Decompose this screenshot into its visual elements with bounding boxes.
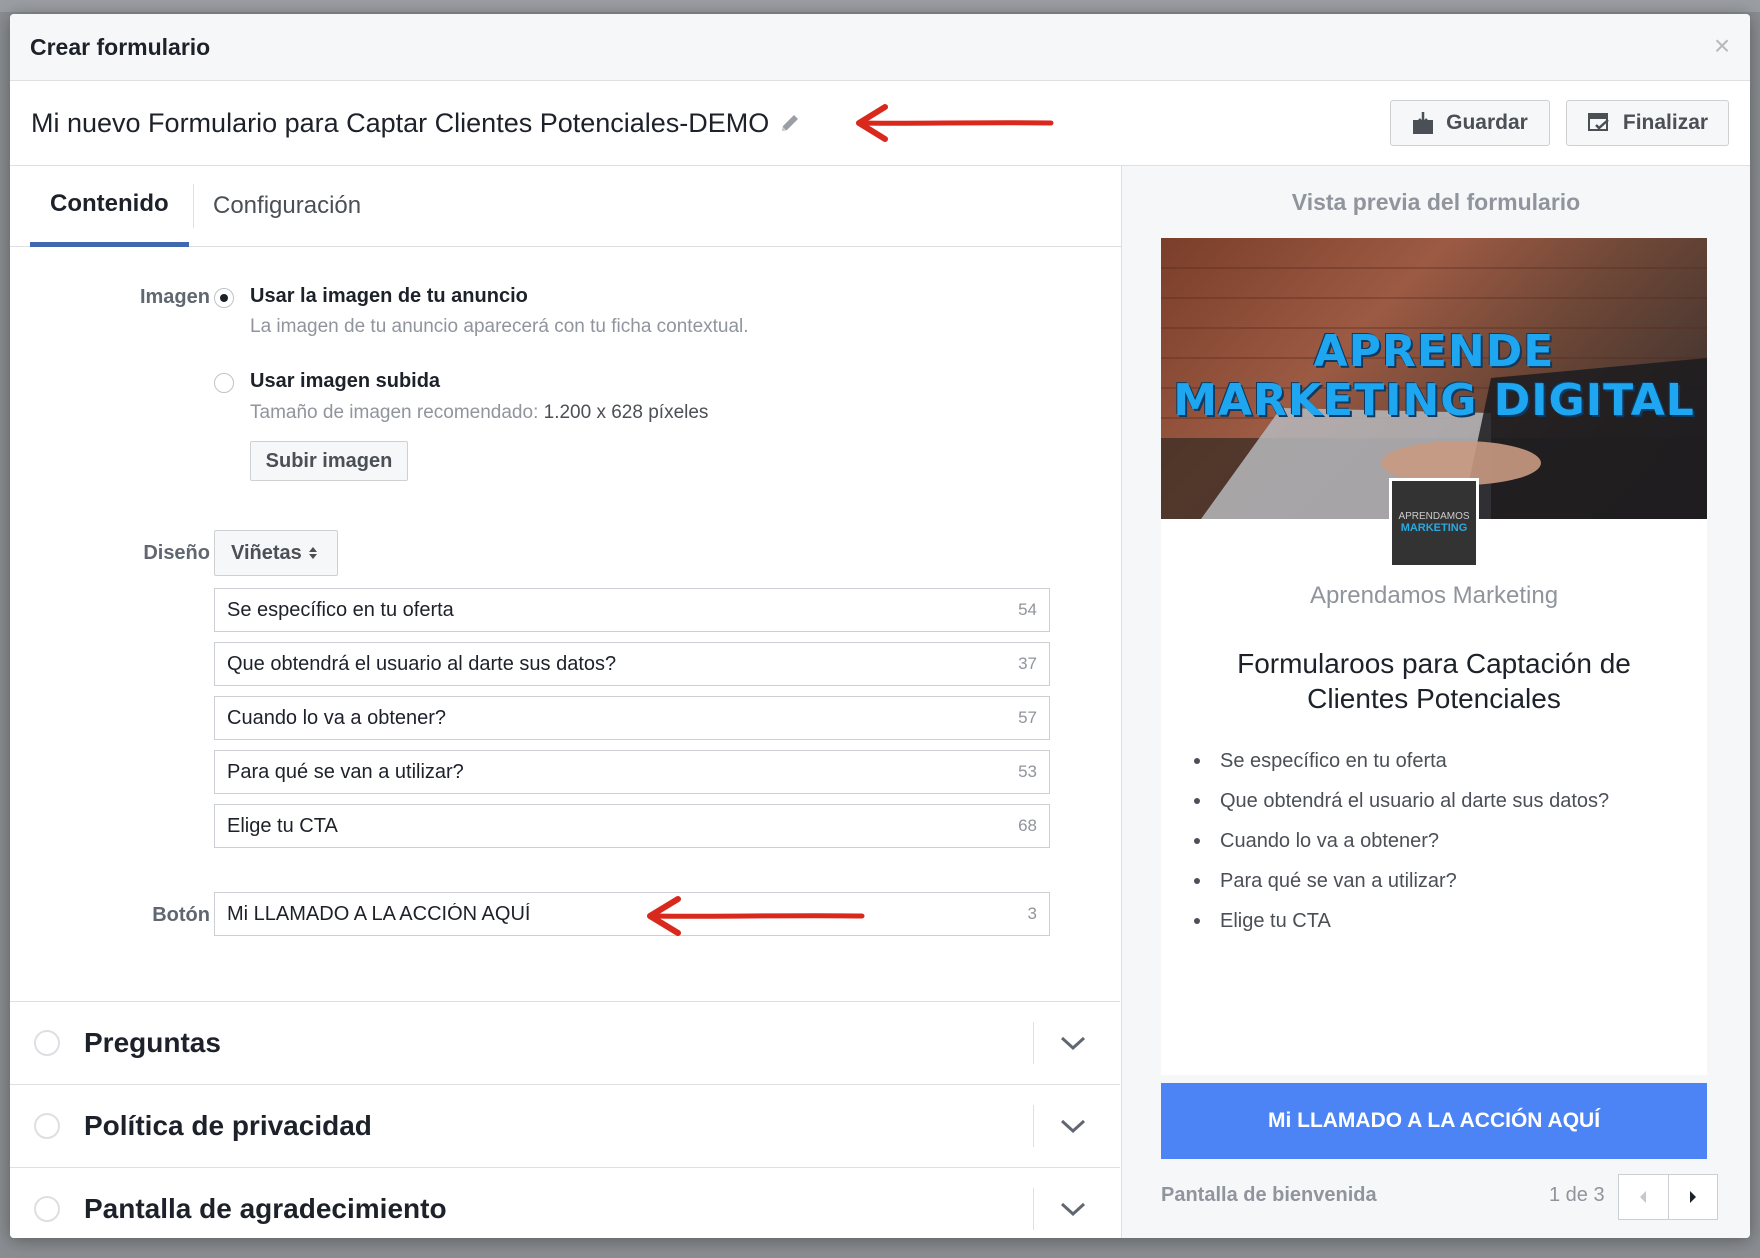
divider bbox=[1033, 1022, 1034, 1064]
save-button[interactable]: Guardar bbox=[1390, 100, 1550, 146]
hero-headline-line2: MARKETING DIGITAL bbox=[1173, 375, 1695, 426]
page-logo: APRENDAMOS MARKETING bbox=[1389, 478, 1479, 568]
next-screen-button[interactable] bbox=[1667, 1175, 1718, 1219]
preview-bullet-list: Se específico en tu oferta Que obtendrá … bbox=[1191, 749, 1609, 949]
preview-pane: Vista previa del formulario APRENDE MARK… bbox=[1122, 166, 1750, 1238]
use-ad-image-title: Usar la imagen de tu anuncio bbox=[250, 285, 528, 307]
char-counter: 3 bbox=[1027, 904, 1037, 923]
preview-headline: Formularoos para Captación de Clientes P… bbox=[1237, 648, 1631, 714]
hero-headline-line1: APRENDE bbox=[1313, 326, 1555, 377]
close-icon[interactable]: × bbox=[1708, 32, 1736, 60]
recommended-size-value: 1.200 x 628 píxeles bbox=[543, 402, 709, 423]
logo-text-bottom: MARKETING bbox=[1400, 522, 1468, 534]
editor-tabs: Contenido Configuración bbox=[10, 166, 1121, 247]
chevron-right-icon bbox=[1689, 1191, 1696, 1203]
accordion-title: Pantalla de agradecimiento bbox=[84, 1193, 447, 1224]
red-arrow-annotation bbox=[647, 896, 865, 936]
section-status-circle bbox=[34, 1196, 60, 1222]
layout-select[interactable]: Viñetas bbox=[214, 530, 338, 576]
bullet-input-value: Que obtendrá el usuario al darte sus dat… bbox=[227, 652, 617, 675]
char-counter: 37 bbox=[1018, 654, 1037, 673]
use-uploaded-image-title: Usar imagen subida bbox=[250, 370, 441, 392]
image-field-label: Imagen bbox=[139, 286, 210, 308]
page-name: Aprendamos Marketing bbox=[1309, 582, 1559, 609]
tab-configuracion[interactable]: Configuración bbox=[203, 166, 371, 246]
divider bbox=[1033, 1188, 1034, 1230]
dialog-title: Crear formulario bbox=[30, 33, 211, 60]
list-item: Cuando lo va a obtener? bbox=[1191, 829, 1609, 869]
form-name[interactable]: Mi nuevo Formulario para Captar Clientes… bbox=[31, 108, 769, 139]
logo-text-top: APRENDAMOS bbox=[1398, 511, 1470, 522]
tab-contenido[interactable]: Contenido bbox=[30, 166, 189, 247]
bullet-input-value: Cuando lo va a obtener? bbox=[227, 706, 447, 729]
editor-pane: Contenido Configuración Imagen Usar la i… bbox=[10, 166, 1122, 1238]
preview-card: APRENDE MARKETING DIGITAL APRENDAMOS MAR… bbox=[1161, 238, 1707, 1075]
preview-title: Vista previa del formulario bbox=[1291, 188, 1581, 215]
divider bbox=[1033, 1105, 1034, 1147]
bullet-input-1[interactable]: Se específico en tu oferta 54 bbox=[214, 588, 1050, 632]
list-item: Para qué se van a utilizar? bbox=[1191, 869, 1609, 909]
section-status-circle bbox=[34, 1113, 60, 1139]
finish-button[interactable]: Finalizar bbox=[1566, 100, 1729, 146]
finish-icon bbox=[1587, 113, 1609, 131]
list-item: Se específico en tu oferta bbox=[1191, 749, 1609, 789]
preview-pager bbox=[1618, 1174, 1718, 1220]
accordion-pantalla-agradecimiento[interactable]: Pantalla de agradecimiento bbox=[10, 1167, 1120, 1238]
screen-name-label: Pantalla de bienvenida bbox=[1161, 1184, 1377, 1206]
use-ad-image-radio[interactable] bbox=[214, 288, 234, 308]
char-counter: 54 bbox=[1018, 600, 1037, 619]
bullet-input-value: Se específico en tu oferta bbox=[227, 598, 454, 621]
design-field-label: Diseño bbox=[143, 542, 210, 564]
chevron-down-icon bbox=[1060, 1202, 1086, 1217]
bullet-input-value: Elige tu CTA bbox=[227, 814, 338, 837]
bullet-input-value: Para qué se van a utilizar? bbox=[227, 760, 464, 783]
cta-button-text-input[interactable]: Mi LLAMADO A LA ACCIÓN AQUÍ 3 bbox=[214, 892, 1050, 936]
save-button-label: Guardar bbox=[1446, 111, 1528, 134]
upload-image-button[interactable]: Subir imagen bbox=[250, 441, 408, 481]
chevron-down-icon bbox=[1060, 1036, 1086, 1051]
section-status-circle bbox=[34, 1030, 60, 1056]
bullet-input-5[interactable]: Elige tu CTA 68 bbox=[214, 804, 1050, 848]
chevron-down-icon bbox=[1060, 1119, 1086, 1134]
button-field-label: Botón bbox=[152, 904, 210, 926]
accordion-politica-privacidad[interactable]: Política de privacidad bbox=[10, 1084, 1120, 1167]
accordion-title: Preguntas bbox=[84, 1027, 221, 1058]
red-arrow-annotation bbox=[856, 104, 1054, 142]
list-item: Que obtendrá el usuario al darte sus dat… bbox=[1191, 789, 1609, 829]
create-form-dialog: Crear formulario × Mi nuevo Formulario p… bbox=[10, 14, 1750, 1238]
finish-button-label: Finalizar bbox=[1622, 111, 1709, 134]
tab-divider bbox=[193, 184, 194, 228]
bullet-input-2[interactable]: Que obtendrá el usuario al darte sus dat… bbox=[214, 642, 1050, 686]
bullet-input-3[interactable]: Cuando lo va a obtener? 57 bbox=[214, 696, 1050, 740]
cta-input-value: Mi LLAMADO A LA ACCIÓN AQUÍ bbox=[227, 902, 531, 925]
sort-arrows-icon bbox=[308, 547, 317, 559]
accordion-title: Política de privacidad bbox=[84, 1110, 372, 1141]
preview-cta-button[interactable]: Mi LLAMADO A LA ACCIÓN AQUÍ bbox=[1161, 1083, 1707, 1159]
chevron-left-icon bbox=[1640, 1191, 1647, 1203]
char-counter: 57 bbox=[1018, 708, 1037, 727]
char-counter: 53 bbox=[1018, 762, 1037, 781]
ad-image-preview: APRENDE MARKETING DIGITAL bbox=[1161, 238, 1707, 519]
previous-screen-button[interactable] bbox=[1619, 1175, 1668, 1219]
form-name-row: Mi nuevo Formulario para Captar Clientes… bbox=[10, 81, 1750, 166]
bullet-input-4[interactable]: Para qué se van a utilizar? 53 bbox=[214, 750, 1050, 794]
char-counter: 68 bbox=[1018, 816, 1037, 835]
recommended-size-prefix: Tamaño de imagen recomendado: bbox=[250, 402, 539, 423]
recommended-size-text: Tamaño de imagen recomendado: 1.200 x 62… bbox=[250, 402, 708, 424]
page-counter: 1 de 3 bbox=[1549, 1184, 1605, 1206]
accordion-preguntas[interactable]: Preguntas bbox=[10, 1001, 1120, 1084]
use-ad-image-subtitle: La imagen de tu anuncio aparecerá con tu… bbox=[250, 316, 749, 337]
dialog-header: Crear formulario × bbox=[10, 14, 1750, 81]
use-uploaded-image-radio[interactable] bbox=[214, 373, 234, 393]
list-item: Elige tu CTA bbox=[1191, 909, 1609, 949]
pencil-icon[interactable] bbox=[779, 112, 801, 134]
save-icon bbox=[1413, 112, 1434, 134]
page-backdrop bbox=[0, 0, 1760, 12]
layout-select-value: Viñetas bbox=[231, 541, 302, 564]
